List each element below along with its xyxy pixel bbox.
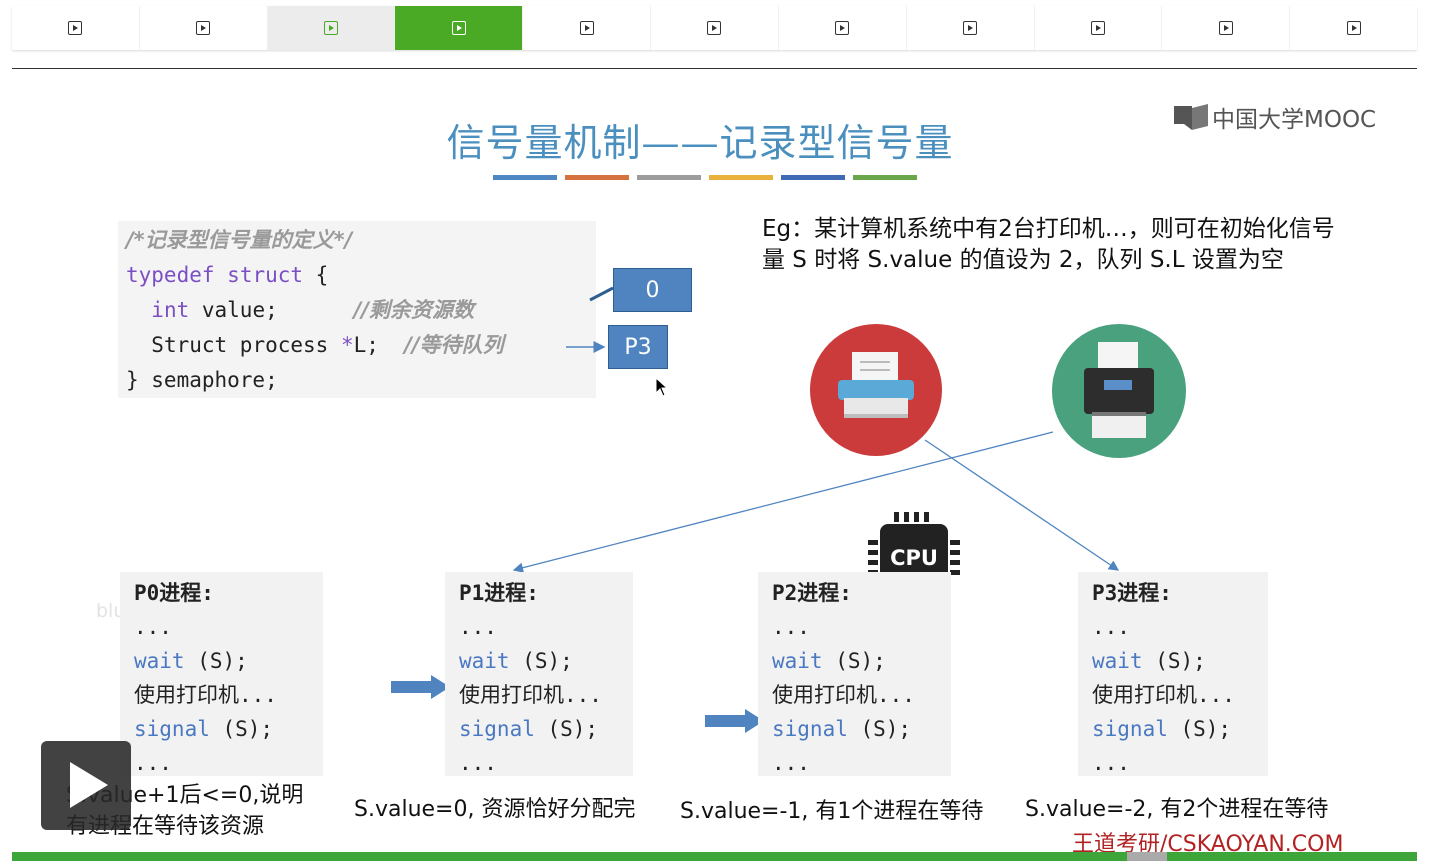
printer2-to-p1-arrow xyxy=(512,431,1054,573)
code-ellipsis: ... xyxy=(1092,751,1130,775)
keyword-wait: wait xyxy=(772,649,823,673)
keyword-signal: signal xyxy=(1092,717,1168,741)
code-wait-line: wait (S); xyxy=(772,644,937,678)
signal-args: (S); xyxy=(209,717,274,741)
arrow-to-p2-signal xyxy=(705,709,764,733)
keyword-signal: signal xyxy=(134,717,210,741)
printer-graphic xyxy=(838,352,914,418)
code-ellipsis: ... xyxy=(1092,615,1130,639)
arrow-to-p1-use xyxy=(391,675,450,699)
progress-buffer-marker xyxy=(1127,852,1167,861)
mouse-cursor-icon xyxy=(655,377,669,397)
code-use-printer: 使用打印机... xyxy=(1092,683,1235,707)
video-play-button[interactable] xyxy=(41,741,131,830)
keyword-wait: wait xyxy=(1092,649,1143,673)
caption-p3: S.value=-2, 有2个进程在等待 xyxy=(1025,797,1329,822)
code-ellipsis: ... xyxy=(772,751,810,775)
video-progress-bar[interactable] xyxy=(12,852,1417,861)
process-p3: P3进程: ... wait (S); 使用打印机... signal (S);… xyxy=(1078,572,1268,776)
printer-green-icon xyxy=(1052,324,1186,458)
printer-red-icon xyxy=(810,324,942,456)
keyword-wait: wait xyxy=(459,649,510,673)
process-p1: P1进程: ... wait (S); 使用打印机... signal (S);… xyxy=(445,572,633,776)
wait-args: (S); xyxy=(1142,649,1206,673)
code-wait-line: wait (S); xyxy=(1092,644,1254,678)
code-ellipsis: ... xyxy=(459,615,497,639)
code-ellipsis: ... xyxy=(134,751,172,775)
code-ellipsis: ... xyxy=(772,615,810,639)
value-pointer-line xyxy=(589,286,614,302)
signal-args: (S); xyxy=(1167,717,1232,741)
process-p2: P2进程: ... wait (S); 使用打印机... signal (S);… xyxy=(758,572,951,776)
wait-args: (S); xyxy=(509,649,573,673)
keyword-wait: wait xyxy=(134,649,185,673)
wait-args: (S); xyxy=(822,649,886,673)
keyword-signal: signal xyxy=(459,717,535,741)
code-use-printer: 使用打印机... xyxy=(134,683,277,707)
process-name: P1进程: xyxy=(459,581,539,605)
code-use-printer: 使用打印机... xyxy=(459,683,602,707)
code-wait-line: wait (S); xyxy=(459,644,619,678)
cpu-label: CPU xyxy=(890,546,938,570)
code-signal-line: signal (S); xyxy=(1092,712,1254,746)
keyword-signal: signal xyxy=(772,717,848,741)
code-signal-line: signal (S); xyxy=(134,712,309,746)
process-name: P3进程: xyxy=(1092,581,1172,605)
code-use-printer: 使用打印机... xyxy=(772,683,915,707)
process-p0: P0进程: ... wait (S); 使用打印机... signal (S);… xyxy=(120,572,323,776)
code-signal-line: signal (S); xyxy=(459,712,619,746)
wait-args: (S); xyxy=(184,649,248,673)
example-description: Eg：某计算机系统中有2台打印机…，则可在初始化信号量 S 时将 S.value… xyxy=(762,216,1335,273)
code-wait-line: wait (S); xyxy=(134,644,309,678)
code-ellipsis: ... xyxy=(134,615,172,639)
signal-args: (S); xyxy=(534,717,599,741)
code-ellipsis: ... xyxy=(459,751,497,775)
process-name: P0进程: xyxy=(134,581,214,605)
process-name: P2进程: xyxy=(772,581,852,605)
signal-args: (S); xyxy=(847,717,912,741)
printer-graphic xyxy=(1084,342,1154,438)
caption-p1: S.value=0, 资源恰好分配完 xyxy=(354,797,636,822)
caption-p2: S.value=-1, 有1个进程在等待 xyxy=(680,799,984,824)
code-signal-line: signal (S); xyxy=(772,712,937,746)
